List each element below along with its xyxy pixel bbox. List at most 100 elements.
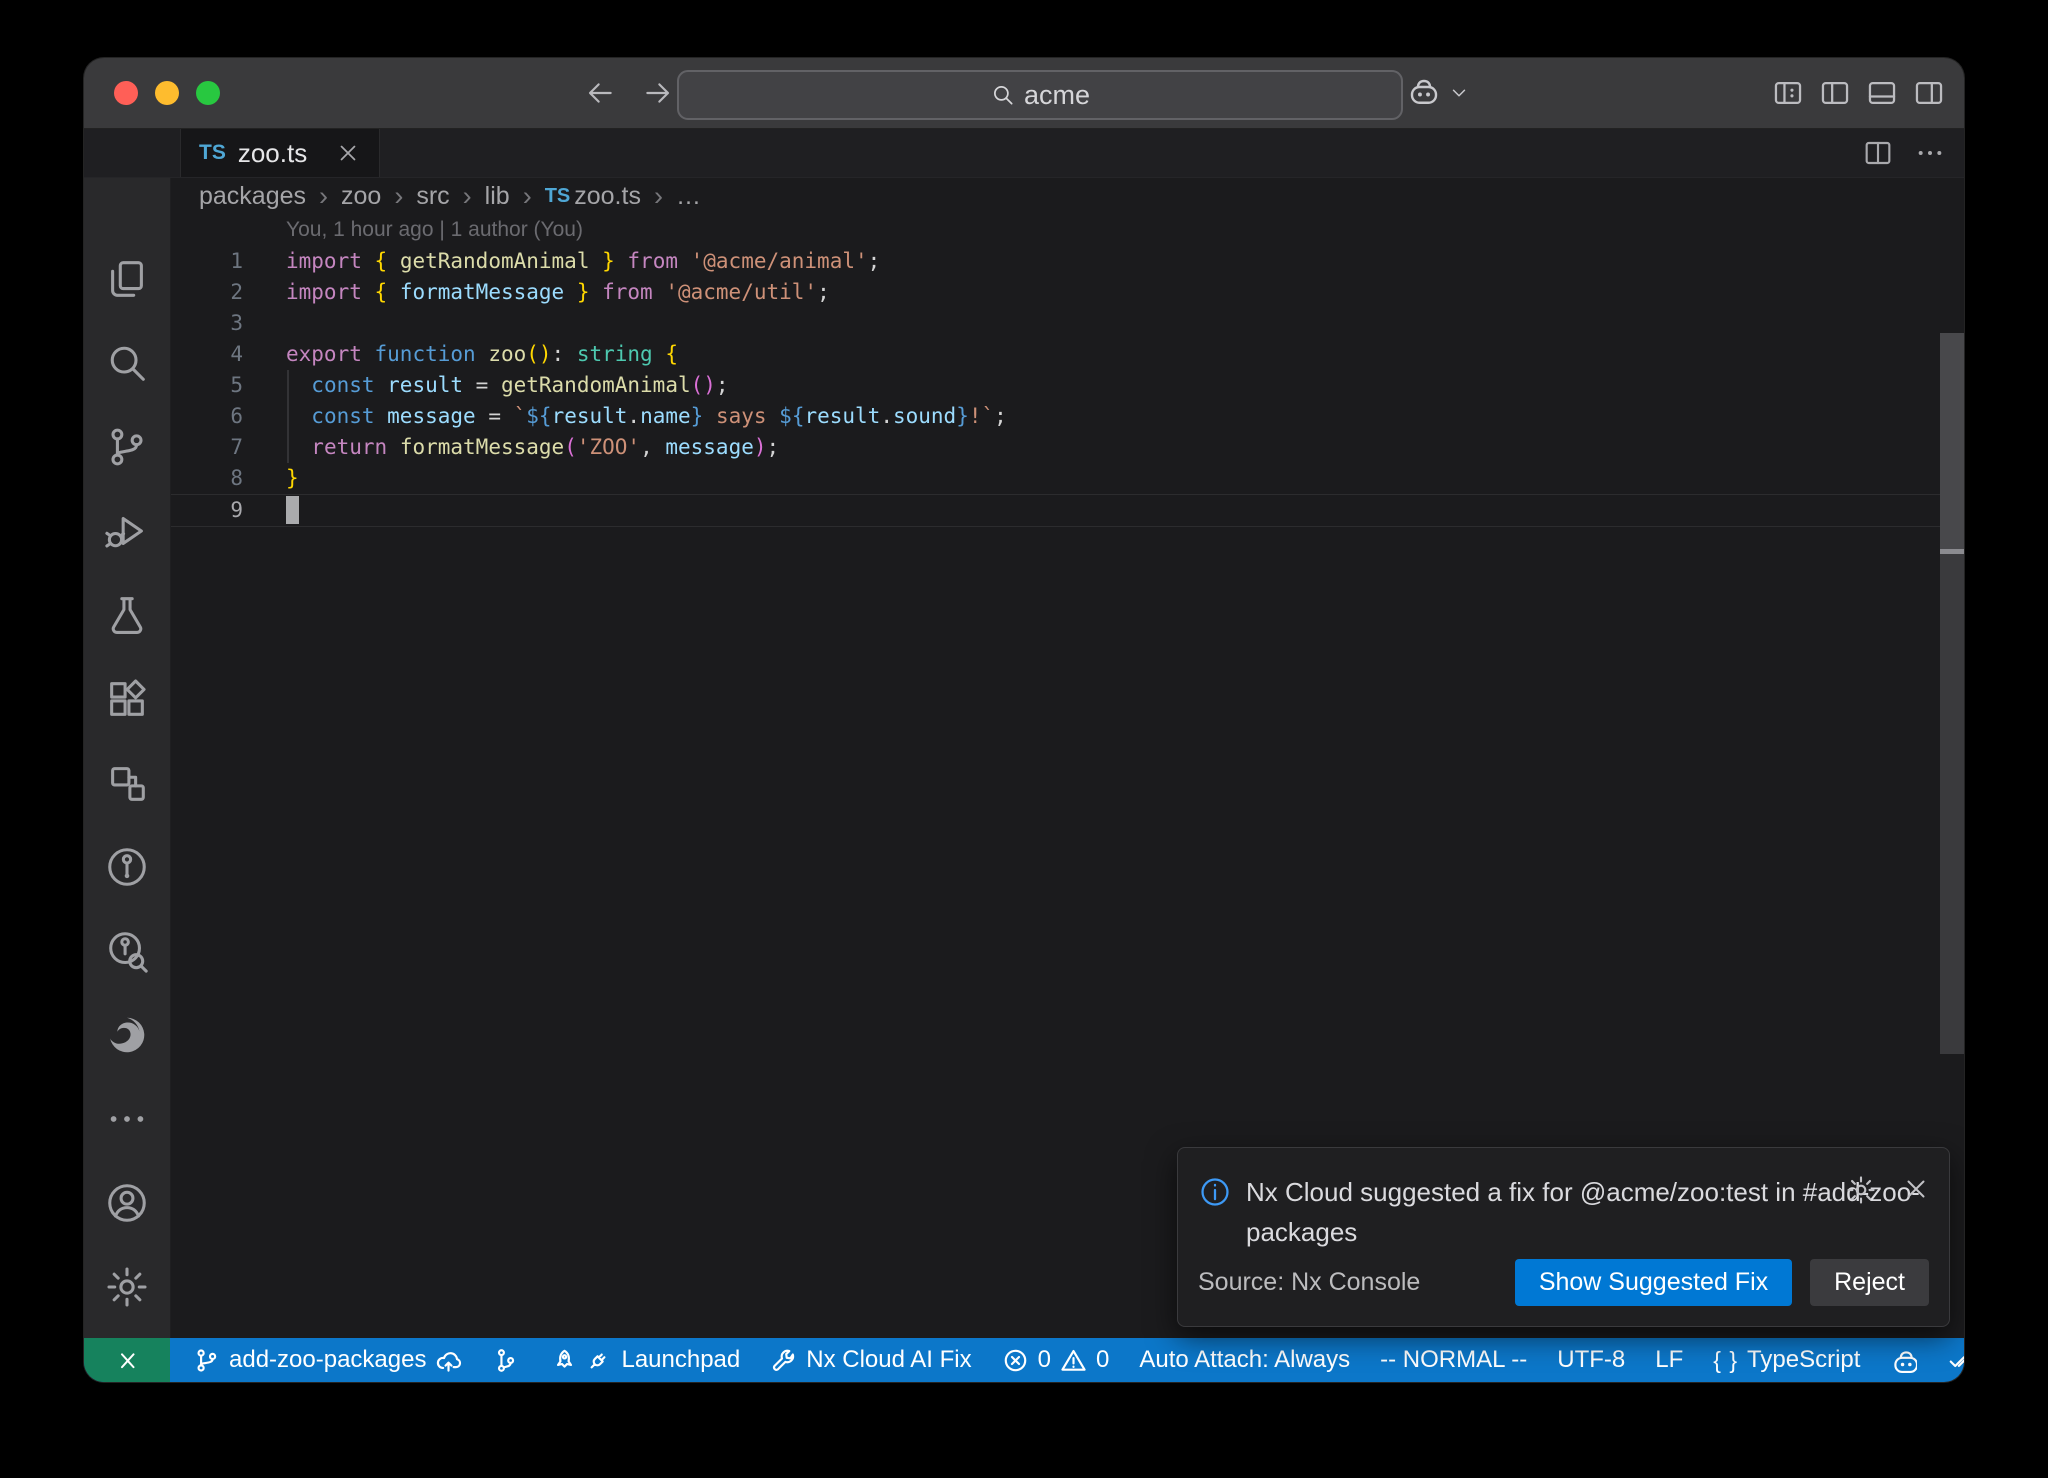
code-line-6[interactable]: 6 const message = `${result.name} says $… (171, 401, 1964, 432)
panel-left-icon[interactable] (1818, 76, 1852, 110)
scrollbar-thumb[interactable] (1940, 333, 1964, 551)
more-actions-icon[interactable] (1914, 137, 1946, 169)
breadcrumb-item[interactable]: … (676, 182, 701, 211)
breadcrumb-item[interactable]: TSzoo.ts (545, 182, 641, 211)
double-check-icon (1947, 1347, 1964, 1374)
code-text: } (243, 463, 299, 494)
activity-item-search[interactable] (84, 321, 170, 405)
editor-actions (1862, 129, 1946, 177)
git-branch-lg-icon (104, 424, 150, 470)
copilot-menu[interactable] (1406, 58, 1470, 128)
code-line-2[interactable]: 2import { formatMessage } from '@acme/ut… (171, 277, 1964, 308)
forward-icon[interactable] (642, 77, 674, 109)
code-line-1[interactable]: 1import { getRandomAnimal } from '@acme/… (171, 246, 1964, 277)
status-item-language[interactable]: { }TypeScript (1698, 1338, 1875, 1382)
plug-icon (585, 1347, 612, 1374)
gitlens-inspect-icon (104, 928, 150, 974)
beaker-icon (104, 592, 150, 638)
status-item-git-branch[interactable]: add-zoo-packages (178, 1338, 477, 1382)
text-cursor (286, 496, 299, 524)
warning-icon (1060, 1347, 1087, 1374)
layout-customize-icon[interactable] (1771, 76, 1805, 110)
activity-item-nx-console[interactable] (84, 741, 170, 825)
code-line-7[interactable]: 7 return formatMessage('ZOO', message); (171, 432, 1964, 463)
breadcrumb-label: … (676, 182, 701, 211)
code-text: export function zoo(): string { (243, 339, 678, 370)
files-icon (104, 256, 150, 302)
notification-toast: Nx Cloud suggested a fix for @acme/zoo:t… (1177, 1147, 1950, 1327)
status-bar: add-zoo-packages LaunchpadNx Cloud AI Fix… (84, 1338, 1964, 1382)
indent-guide (287, 432, 289, 463)
code-content: 1import { getRandomAnimal } from '@acme/… (171, 246, 1964, 527)
activity-item-account[interactable] (84, 1161, 170, 1245)
panel-right-icon[interactable] (1912, 76, 1946, 110)
panel-bottom-icon[interactable] (1865, 76, 1899, 110)
search-value: acme (1024, 80, 1090, 111)
activity-item-source-control[interactable] (84, 405, 170, 489)
activity-item-explorer[interactable] (84, 237, 170, 321)
status-item-problems[interactable]: 00 (987, 1338, 1125, 1382)
status-item-commit-graph[interactable] (477, 1338, 534, 1382)
split-editor-icon[interactable] (1862, 137, 1894, 169)
breadcrumb-item[interactable]: lib (485, 182, 510, 211)
reject-button[interactable]: Reject (1810, 1259, 1929, 1306)
show-suggested-fix-button[interactable]: Show Suggested Fix (1515, 1259, 1792, 1306)
activity-item-gitlens-inspect[interactable] (84, 909, 170, 993)
indent-guide (287, 401, 289, 432)
history-nav (584, 58, 674, 128)
status-item-eol[interactable]: LF (1640, 1338, 1698, 1382)
activity-item-gitlens[interactable] (84, 825, 170, 909)
code-text (243, 308, 286, 339)
back-icon[interactable] (584, 77, 616, 109)
minimize-window-button[interactable] (155, 81, 179, 105)
close-window-button[interactable] (114, 81, 138, 105)
tab-zoo-ts[interactable]: TS zoo.ts (180, 129, 380, 177)
cloud-upload-icon (435, 1347, 462, 1374)
layout-controls (1771, 58, 1946, 128)
activity-item-testing[interactable] (84, 573, 170, 657)
code-text: import { getRandomAnimal } from '@acme/a… (243, 246, 880, 277)
activity-item-edge-tools[interactable] (84, 993, 170, 1077)
code-line-4[interactable]: 4export function zoo(): string { (171, 339, 1964, 370)
breadcrumb-item[interactable]: zoo (341, 182, 381, 211)
tab-bar: TS zoo.ts (84, 129, 1964, 178)
activity-item-extensions[interactable] (84, 657, 170, 741)
breadcrumb-item[interactable]: src (416, 182, 449, 211)
status-item-copilot[interactable] (1875, 1338, 1932, 1382)
chevron-down-icon (1448, 82, 1470, 104)
status-item-label: 0 (1096, 1346, 1109, 1374)
account-icon (104, 1180, 150, 1226)
activity-item-more-views[interactable] (84, 1077, 170, 1161)
editor-area[interactable]: packages›zoo›src›lib›TSzoo.ts›… You, 1 h… (171, 178, 1964, 1338)
remote-indicator[interactable] (84, 1338, 170, 1382)
status-item-auto-attach[interactable]: Auto Attach: Always (1124, 1338, 1365, 1382)
status-item-label: UTF-8 (1557, 1346, 1625, 1374)
code-text: return formatMessage('ZOO', message); (243, 432, 779, 463)
git-branch-icon (193, 1347, 220, 1374)
status-item-encoding[interactable]: UTF-8 (1542, 1338, 1640, 1382)
ellipsis-icon (104, 1096, 150, 1142)
line-number: 2 (171, 277, 243, 308)
debug-icon (104, 508, 150, 554)
line-number: 3 (171, 308, 243, 339)
code-line-9[interactable]: 9 (171, 494, 1964, 527)
zoom-window-button[interactable] (196, 81, 220, 105)
command-center-search[interactable]: acme (677, 70, 1403, 120)
activity-item-run-debug[interactable] (84, 489, 170, 573)
notification-settings-icon[interactable] (1845, 1174, 1877, 1206)
breadcrumb-item[interactable]: packages (199, 182, 306, 211)
status-item-nx-cloud-ai-fix[interactable]: Nx Cloud AI Fix (755, 1338, 986, 1382)
code-line-8[interactable]: 8} (171, 463, 1964, 494)
copilot-icon (1890, 1347, 1917, 1374)
status-item-launchpad[interactable]: Launchpad (534, 1338, 755, 1382)
status-item-vim-mode[interactable]: -- NORMAL -- (1365, 1338, 1542, 1382)
activity-item-settings[interactable] (84, 1245, 170, 1329)
code-line-3[interactable]: 3 (171, 308, 1964, 339)
notification-close-icon[interactable] (1901, 1174, 1931, 1204)
status-item-prettier[interactable]: Prettier (1932, 1338, 1964, 1382)
code-line-5[interactable]: 5 const result = getRandomAnimal(); (171, 370, 1964, 401)
line-number: 5 (171, 370, 243, 401)
close-tab-icon[interactable] (335, 140, 361, 166)
breadcrumb-label: packages (199, 182, 306, 211)
git-blame-annotation: You, 1 hour ago | 1 author (You) (171, 214, 1964, 246)
